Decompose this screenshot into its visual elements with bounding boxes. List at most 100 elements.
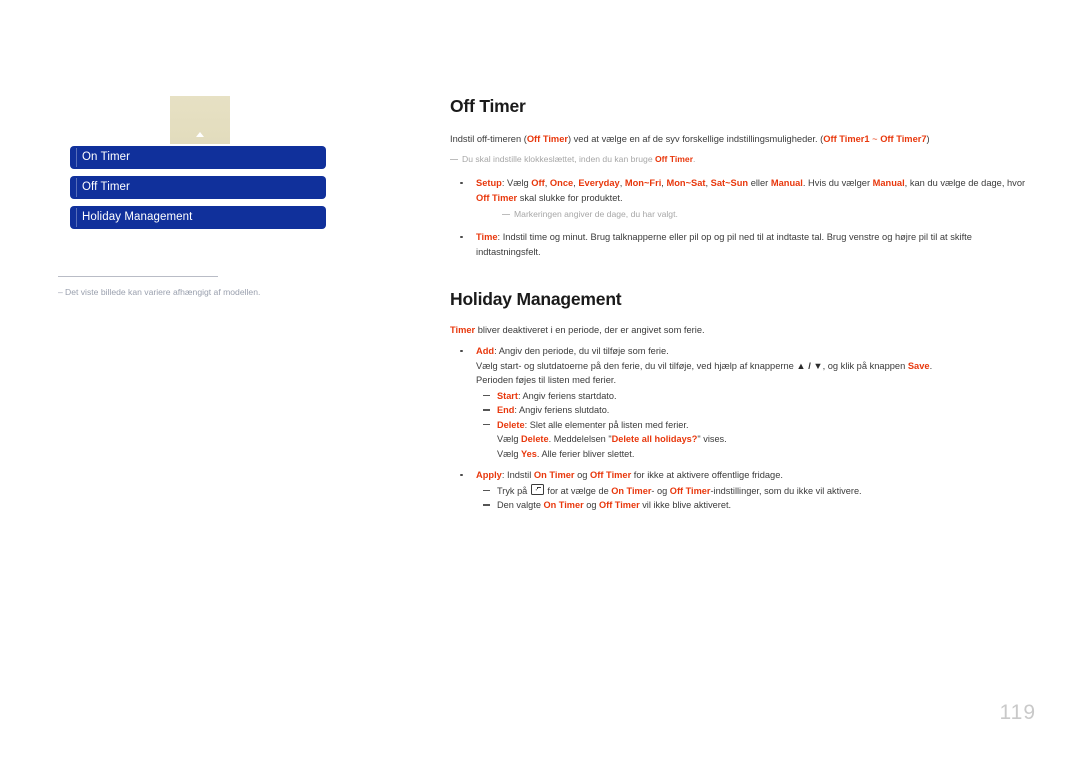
delete-text: Slet alle elementer på listen med ferier…	[529, 419, 689, 430]
option-everyday: Everyday	[578, 178, 620, 188]
bullet-add: Add: Angiv den periode, du vil tilføje s…	[450, 344, 1036, 461]
subbullet-key-start: Start	[497, 390, 518, 401]
illustration-caption: ‒ Det viste billede kan variere afhængigt…	[58, 286, 368, 299]
page-number: 119	[999, 701, 1036, 724]
option-off: Off	[531, 178, 545, 188]
setup-t1: Vælg	[507, 178, 532, 188]
bullet-dot-icon	[460, 235, 463, 239]
section-title-holiday-management: Holiday Management	[450, 289, 622, 309]
content-column: Off Timer Indstil off-timeren (Off Timer…	[450, 96, 1036, 520]
message-delete-all-holidays: Delete all holidays?	[611, 434, 698, 444]
selected-line-b: og	[583, 500, 599, 510]
dash-icon	[483, 394, 490, 396]
enter-line-c: - og	[651, 485, 670, 496]
section-title-off-timer: Off Timer	[450, 96, 526, 116]
dash-icon	[483, 489, 490, 491]
off-timer-intro-paragraph: Indstil off-timeren (Off Timer) ved at v…	[450, 132, 1036, 146]
delete-line2-a: Vælg	[497, 434, 522, 444]
bullet-key-add: Add	[476, 346, 495, 356]
subbullet-selected-timers: Den valgte On Timer og Off Timer vil ikk…	[476, 498, 1036, 513]
holiday-bullet-list: Add: Angiv den periode, du vil tilføje s…	[450, 344, 1036, 513]
bullet-time: Time: Indstil time og minut. Brug talkna…	[450, 230, 1036, 259]
setup-t10: skal slukke for produktet.	[517, 192, 623, 203]
keyword-off-timer-selected: Off Timer	[598, 500, 640, 510]
caption-text: Det viste billede kan variere afhængigt …	[65, 287, 261, 297]
option-mon-sat: Mon~Sat	[666, 178, 706, 188]
menu-item-on-timer[interactable]: On Timer	[70, 146, 326, 169]
off-timer-bullet-list: Setup: Vælg Off, Once, Everyday, Mon~Fri…	[450, 176, 1036, 259]
setup-t8: . Hvis du vælger	[802, 178, 873, 188]
apply-t2: og	[574, 470, 591, 480]
setup-t7: eller	[748, 178, 771, 188]
add-line2-c: .	[929, 360, 933, 371]
note-text-2: .	[693, 154, 696, 164]
bullet-dot-icon	[460, 473, 463, 477]
menu-item-holiday-management[interactable]: Holiday Management	[70, 206, 326, 229]
intro-text-3: ~	[869, 134, 881, 144]
add-subbullet-list: Start: Angiv feriens startdato. End: Ang…	[476, 389, 1036, 462]
keyword-off-timer-enter: Off Timer	[669, 485, 711, 496]
add-line2-a: Vælg start- og slutdatoerne på den ferie…	[476, 360, 797, 371]
bullet-setup: Setup: Vælg Off, Once, Everyday, Mon~Fri…	[450, 176, 1036, 221]
keyword-off-timer1: Off Timer1	[823, 134, 870, 144]
apply-t3: for ikke at aktivere offentlige fridage.	[631, 470, 783, 480]
enter-line-a: Tryk på	[497, 485, 530, 496]
option-manual-2: Manual	[872, 178, 905, 188]
keyword-delete: Delete	[521, 434, 549, 444]
menu-illustration: On Timer Off Timer Holiday Management ‒ D…	[50, 96, 380, 316]
setup-sub-note: Markeringen angiver de dage, du har valg…	[502, 208, 1036, 221]
keyword-yes: Yes	[521, 448, 537, 459]
subbullet-enter-key: Tryk på for at vælge de On Timer- og Off…	[476, 484, 1036, 499]
keyword-on-timer-enter: On Timer	[611, 485, 652, 496]
intro-text-2: ) ved at vælge en af de syv forskellige …	[567, 134, 824, 144]
document-page: On Timer Off Timer Holiday Management ‒ D…	[0, 0, 1080, 763]
bullet-key-apply: Apply	[476, 470, 502, 480]
updown-arrow-icon: ▲ / ▼	[796, 360, 823, 371]
option-sat-sun: Sat~Sun	[710, 178, 749, 188]
add-line2-b: , og klik på knappen	[822, 360, 908, 371]
keyword-off-timer-apply: Off Timer	[590, 470, 632, 480]
setup-t9: , kan du vælge de dage, hvor	[904, 178, 1026, 188]
keyword-on-timer-apply: On Timer	[533, 470, 575, 480]
display-panel-graphic	[170, 96, 230, 144]
option-manual: Manual	[770, 178, 803, 188]
bullet-key-time: Time	[476, 232, 498, 242]
selected-line-c: vil ikke blive aktiveret.	[639, 500, 732, 510]
add-line-3: Perioden føjes til listen med ferier.	[476, 375, 617, 385]
intro-text-1: Indstil off-timeren (	[450, 134, 527, 144]
menu-item-off-timer[interactable]: Off Timer	[70, 176, 326, 199]
bullet-dot-icon	[460, 181, 463, 185]
bullet-dot-icon	[460, 349, 463, 353]
keyword-save: Save	[907, 360, 930, 371]
keyword-off-timer7: Off Timer7	[880, 134, 927, 144]
subbullet-end: End: Angiv feriens slutdato.	[476, 403, 1036, 418]
dash-icon	[483, 504, 490, 506]
note-text-1: Du skal indstille klokkeslættet, inden d…	[462, 154, 655, 164]
delete-line2-c: " vises.	[697, 434, 727, 444]
add-line-2: Vælg start- og slutdatoerne på den ferie…	[476, 359, 1036, 374]
keyword-off-timer-note: Off Timer	[655, 154, 694, 164]
bullet-key-setup: Setup	[476, 178, 502, 188]
holiday-intro-paragraph: Timer bliver deaktiveret i en periode, d…	[450, 323, 1036, 337]
option-once: Once	[549, 178, 574, 188]
holiday-intro-text: bliver deaktiveret i en periode, der er …	[475, 325, 705, 335]
time-text: Indstil time og minut. Brug talknapperne…	[476, 232, 972, 257]
enter-line-b: for at vælge de	[544, 485, 612, 496]
bullet-apply: Apply: Indstil On Timer og Off Timer for…	[450, 468, 1036, 513]
delete-line3-b: . Alle ferier bliver slettet.	[536, 448, 635, 459]
keyword-timer: Timer	[450, 325, 476, 335]
subbullet-delete: Delete: Slet alle elementer på listen me…	[476, 418, 1036, 462]
up-caret-icon	[196, 132, 204, 137]
selected-line-a: Den valgte	[497, 500, 544, 510]
apply-t1: Indstil	[507, 470, 534, 480]
subbullet-key-end: End	[497, 405, 515, 415]
subbullet-start: Start: Angiv feriens startdato.	[476, 389, 1036, 404]
subbullet-key-delete: Delete	[497, 419, 525, 430]
delete-line2-b: . Meddelelsen "	[548, 434, 612, 444]
enter-key-icon	[530, 484, 544, 495]
delete-line-2: Vælg Delete. Meddelelsen "Delete all hol…	[497, 432, 1036, 447]
caption-dash-icon: ‒	[58, 287, 63, 297]
caption-divider	[58, 276, 218, 277]
osd-menu-list: On Timer Off Timer Holiday Management	[70, 146, 326, 236]
option-mon-fri: Mon~Fri	[624, 178, 662, 188]
